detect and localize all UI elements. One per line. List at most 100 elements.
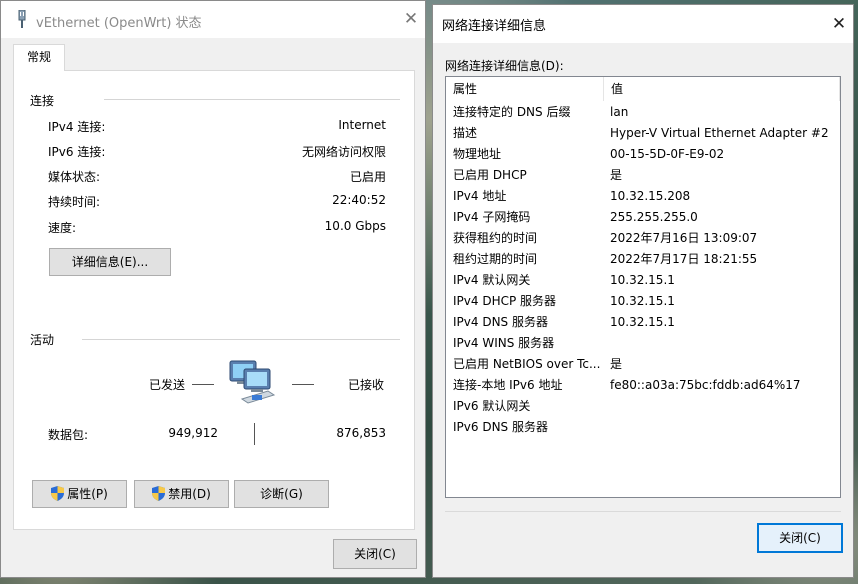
media-state-value: 已启用 [349, 170, 386, 184]
value-cell: lan [610, 105, 629, 119]
property-cell: 已启用 NetBIOS over Tc... [453, 357, 601, 371]
table-row[interactable]: 连接-本地 IPv6 地址 fe80::a03a:75bc:fddb:ad64%1… [446, 375, 840, 396]
table-row[interactable]: 租约过期的时间 2022年7月17日 18:21:55 [446, 249, 840, 270]
table-row[interactable]: IPv6 DNS 服务器 [446, 417, 840, 438]
duration-value: 22:40:52 [332, 193, 386, 207]
value-cell: 10.32.15.1 [610, 315, 675, 329]
property-cell: IPv4 地址 [453, 189, 507, 203]
value-cell: 10.32.15.1 [610, 294, 675, 308]
property-cell: IPv6 默认网关 [453, 399, 531, 413]
network-activity-icon [229, 360, 276, 404]
value-cell: 是 [610, 357, 623, 371]
duration-label: 持续时间: [48, 195, 101, 209]
property-cell: 已启用 DHCP [453, 168, 527, 182]
details-window[interactable]: 网络连接详细信息 ✕ 网络连接详细信息(D): 属性 值 连接特定的 DNS 后… [432, 4, 854, 578]
sent-label: 已发送 [149, 378, 186, 392]
listview-header: 属性 值 [446, 77, 840, 101]
packets-label: 数据包: [48, 428, 89, 442]
speed-value: 10.0 Gbps [324, 219, 386, 233]
connection-divider [104, 99, 400, 100]
status-window-title: vEthernet (OpenWrt) 状态 [36, 16, 202, 31]
property-cell: 连接-本地 IPv6 地址 [453, 378, 563, 392]
property-cell: IPv4 DNS 服务器 [453, 315, 548, 329]
value-cell: 10.32.15.1 [610, 273, 675, 287]
value-cell [610, 396, 838, 417]
value-cell: Hyper-V Virtual Ethernet Adapter #2 [610, 126, 829, 140]
property-cell: IPv4 默认网关 [453, 273, 531, 287]
tab-general[interactable]: 常规 [13, 44, 65, 71]
table-row[interactable]: IPv6 默认网关 [446, 396, 840, 417]
ipv6-connectivity-value: 无网络访问权限 [301, 145, 386, 159]
table-row[interactable]: 获得租约的时间 2022年7月16日 13:09:07 [446, 228, 840, 249]
table-row[interactable]: 已启用 DHCP 是 [446, 165, 840, 186]
disable-button-label: 禁用(D) [168, 487, 211, 501]
properties-button-label: 属性(P) [67, 487, 108, 501]
column-separator [839, 77, 840, 101]
column-property[interactable]: 属性 [446, 77, 603, 101]
value-cell [610, 417, 838, 438]
ipv4-connectivity-label: IPv4 连接: [48, 120, 106, 134]
details-bottom-divider [445, 511, 841, 512]
details-listview[interactable]: 属性 值 连接特定的 DNS 后缀 lan 描述 Hyper-V Virtual Et… [445, 76, 841, 498]
property-cell: 租约过期的时间 [453, 252, 538, 266]
shield-icon [152, 486, 166, 501]
table-row[interactable]: IPv4 地址 10.32.15.208 [446, 186, 840, 207]
property-cell: 物理地址 [453, 147, 502, 161]
value-cell: fe80::a03a:75bc:fddb:ad64%17 [610, 378, 801, 392]
packets-divider [254, 423, 255, 445]
property-cell: IPv4 WINS 服务器 [453, 336, 555, 350]
value-cell: 是 [610, 168, 623, 182]
property-cell: IPv6 DNS 服务器 [453, 420, 548, 434]
connection-group-label: 连接 [30, 94, 55, 108]
table-row[interactable]: 物理地址 00-15-5D-0F-E9-02 [446, 144, 840, 165]
table-row[interactable]: 连接特定的 DNS 后缀 lan [446, 102, 840, 123]
table-row[interactable]: IPv4 子网掩码 255.255.255.0 [446, 207, 840, 228]
close-icon[interactable]: ✕ [401, 9, 421, 29]
details-window-title: 网络连接详细信息 [442, 19, 547, 34]
table-row[interactable]: 已启用 NetBIOS over Tc... 是 [446, 354, 840, 375]
value-cell [610, 333, 838, 354]
speed-label: 速度: [48, 221, 77, 235]
ipv6-connectivity-label: IPv6 连接: [48, 145, 106, 159]
close-button[interactable]: 关闭(C) [333, 539, 417, 569]
shield-icon [51, 486, 65, 501]
value-cell: 10.32.15.208 [610, 189, 691, 203]
activity-group-label: 活动 [30, 333, 55, 347]
disable-button[interactable]: 禁用(D) [134, 480, 229, 508]
property-cell: IPv4 子网掩码 [453, 210, 531, 224]
property-cell: 描述 [453, 126, 478, 140]
table-row[interactable]: IPv4 默认网关 10.32.15.1 [446, 270, 840, 291]
details-button[interactable]: 详细信息(E)... [49, 248, 171, 276]
packets-sent-value: 949,912 [168, 426, 218, 440]
table-row[interactable]: 描述 Hyper-V Virtual Ethernet Adapter #2 [446, 123, 840, 144]
general-tab-panel: 连接 IPv4 连接: Internet IPv6 连接: 无网络访问权限 媒体… [13, 70, 415, 530]
property-cell: IPv4 DHCP 服务器 [453, 294, 557, 308]
close-icon[interactable]: ✕ [829, 14, 849, 34]
table-row[interactable]: IPv4 DNS 服务器 10.32.15.1 [446, 312, 840, 333]
column-value[interactable]: 值 [604, 77, 840, 101]
ipv4-connectivity-value: Internet [338, 118, 386, 132]
diagnose-button[interactable]: 诊断(G) [234, 480, 329, 508]
sent-line [192, 384, 214, 385]
media-state-label: 媒体状态: [48, 170, 101, 184]
status-window[interactable]: vEthernet (OpenWrt) 状态 ✕ 常规 连接 IPv4 连接: … [0, 0, 426, 578]
details-window-titlebar[interactable]: 网络连接详细信息 ✕ [433, 5, 853, 43]
activity-divider [82, 339, 400, 340]
value-cell: 255.255.255.0 [610, 210, 698, 224]
network-adapter-icon [18, 10, 26, 28]
listview-rows: 连接特定的 DNS 后缀 lan 描述 Hyper-V Virtual Etherne… [446, 102, 840, 438]
received-line [292, 384, 314, 385]
value-cell: 2022年7月16日 13:09:07 [610, 231, 758, 245]
details-caption: 网络连接详细信息(D): [445, 59, 564, 73]
table-row[interactable]: IPv4 DHCP 服务器 10.32.15.1 [446, 291, 840, 312]
status-window-titlebar[interactable]: vEthernet (OpenWrt) 状态 ✕ [1, 1, 425, 38]
property-cell: 连接特定的 DNS 后缀 [453, 105, 571, 119]
received-label: 已接收 [348, 378, 385, 392]
property-cell: 获得租约的时间 [453, 231, 538, 245]
details-close-button[interactable]: 关闭(C) [757, 523, 843, 553]
properties-button[interactable]: 属性(P) [32, 480, 127, 508]
table-row[interactable]: IPv4 WINS 服务器 [446, 333, 840, 354]
packets-received-value: 876,853 [336, 426, 386, 440]
value-cell: 00-15-5D-0F-E9-02 [610, 147, 725, 161]
value-cell: 2022年7月17日 18:21:55 [610, 252, 758, 266]
